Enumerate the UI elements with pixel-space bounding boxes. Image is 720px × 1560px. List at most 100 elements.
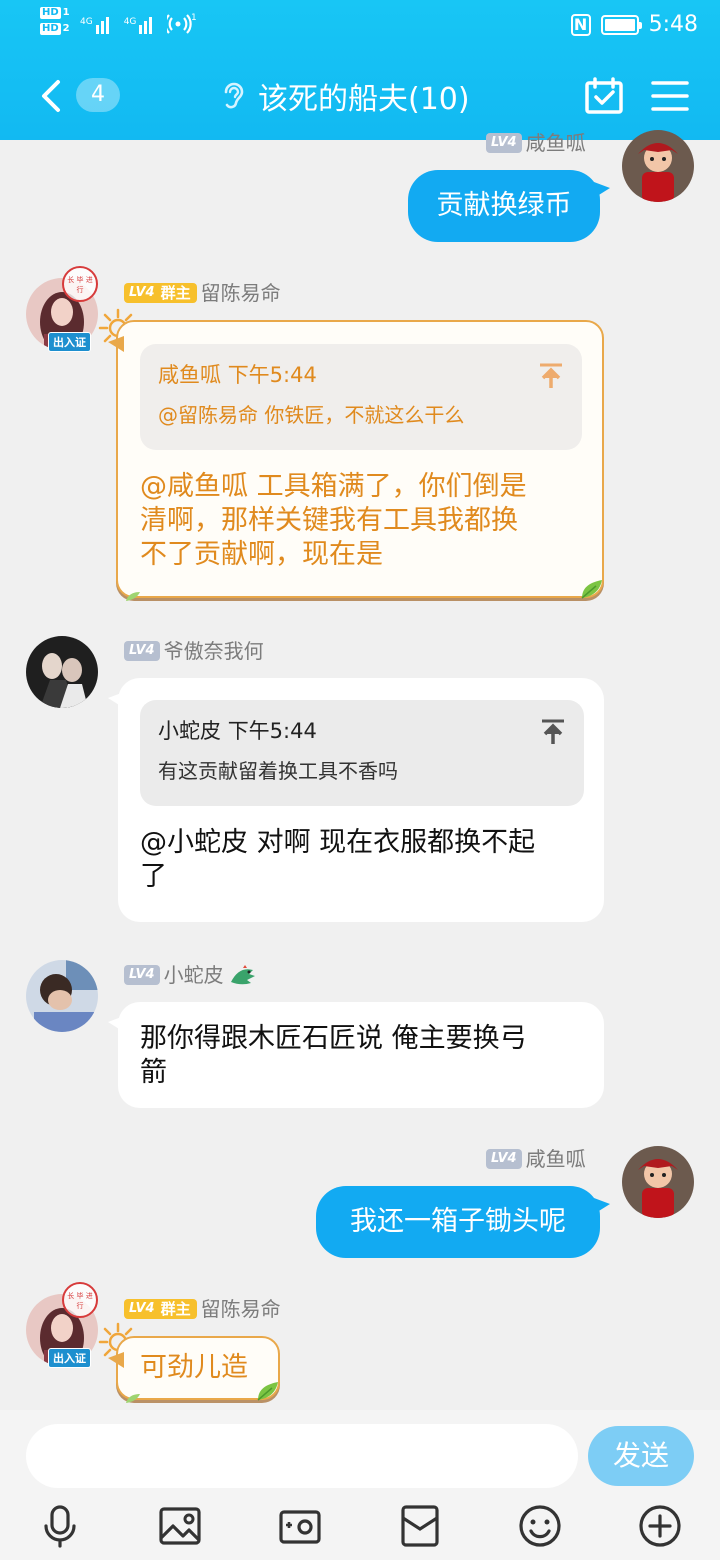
jump-to-quote-icon[interactable]: [538, 362, 564, 390]
nickname: 小蛇皮: [163, 962, 224, 987]
mic-icon: [44, 1505, 76, 1548]
dragon-icon: [230, 964, 255, 984]
pass-badge: 出入证: [48, 1348, 91, 1368]
avatar[interactable]: [622, 1146, 694, 1218]
avatar[interactable]: [26, 960, 98, 1032]
net1-label: 4G: [80, 17, 93, 27]
hotspot-count: 1: [191, 13, 197, 23]
message-line: 清啊，那样关键我有工具我都换: [140, 505, 518, 536]
message-line: 了: [140, 861, 167, 892]
message-meta: LV4 群主 留陈易命: [124, 1296, 281, 1321]
message-meta: LV4 群主 留陈易命: [124, 280, 281, 305]
back-icon[interactable]: [34, 76, 74, 116]
message-bubble[interactable]: 那你得跟木匠石匠说 俺主要换弓 箭: [108, 1002, 604, 1108]
hotspot-icon: 1: [167, 13, 197, 34]
chat-title[interactable]: 该死的船夫(10): [220, 74, 470, 118]
level-badge: LV4: [124, 640, 160, 661]
leaf-icon: [581, 580, 602, 599]
send-button[interactable]: 发送: [588, 1426, 694, 1486]
hd1-number: 1: [62, 7, 70, 18]
leaf-icon: [257, 1382, 278, 1401]
camera-icon: [279, 1510, 321, 1544]
plus-icon: [639, 1505, 681, 1547]
top-bar: HD 1 HD 2 4G 4G 1 N 5:48 4 该死的船夫(10): [0, 0, 720, 140]
owner-badge: 群主: [157, 1298, 197, 1319]
nickname: 留陈易命: [200, 280, 281, 305]
message-meta: LV4 咸鱼呱: [486, 1146, 586, 1171]
more-button[interactable]: [638, 1504, 682, 1548]
message-meta: LV4 爷傲奈我何: [124, 638, 264, 663]
level-badge: LV4: [124, 964, 160, 985]
nickname: 留陈易命: [200, 1296, 281, 1321]
unread-count-badge[interactable]: 4: [76, 78, 120, 112]
clock: 5:48: [648, 12, 698, 37]
quote-text: 有这贡献留着换工具不香吗: [158, 759, 398, 783]
message-bubble[interactable]: 贡献换绿币: [408, 170, 610, 242]
signal-1-icon: 4G: [80, 17, 114, 34]
file-icon: [401, 1505, 439, 1547]
stamp-badge: 长 毕 进 行: [62, 1282, 98, 1318]
quote-time: 下午5:44: [227, 719, 317, 743]
message-text: 那你得跟木匠石匠说 俺主要换弓 箭: [140, 1022, 582, 1090]
ear-icon: [224, 82, 244, 109]
nickname: 咸鱼呱: [525, 130, 586, 155]
menu-icon[interactable]: [650, 78, 690, 114]
message-bubble[interactable]: 可劲儿造: [108, 1336, 280, 1403]
quote-author: 小蛇皮: [158, 719, 221, 743]
quote-header: 咸鱼呱 下午5:44: [158, 360, 564, 390]
quoted-message[interactable]: 小蛇皮 下午5:44 有这贡献留着换工具不香吗: [140, 700, 584, 806]
nickname: 咸鱼呱: [525, 1146, 586, 1171]
message-line: 不了贡献啊，现在是: [140, 539, 383, 570]
nickname: 爷傲奈我何: [163, 638, 264, 663]
message-text: @小蛇皮 对啊 现在衣服都换不起 了: [140, 826, 582, 894]
message-line: @咸鱼呱 工具箱满了，你们倒是: [140, 471, 527, 502]
level-badge: LV4: [124, 1298, 158, 1319]
level-badge: LV4: [486, 1148, 522, 1169]
image-button[interactable]: [158, 1504, 202, 1548]
image-icon: [159, 1507, 201, 1545]
message-meta: LV4 咸鱼呱: [486, 130, 586, 155]
status-right: N 5:48: [570, 12, 698, 37]
camera-button[interactable]: [278, 1504, 322, 1548]
message-bubble[interactable]: 我还一箱子锄头呢: [316, 1186, 610, 1258]
quote-time: 下午5:44: [227, 363, 317, 387]
nav-bar: 4 该死的船夫(10): [0, 60, 720, 132]
level-badge: LV4: [124, 282, 158, 303]
stamp-badge: 长 毕 进 行: [62, 266, 98, 302]
page-title: 该死的船夫(10): [258, 82, 470, 117]
owner-badge: 群主: [157, 282, 197, 303]
emoji-icon: [519, 1505, 561, 1547]
input-bar: 发送: [0, 1410, 720, 1560]
signal-2-icon: 4G: [124, 17, 158, 34]
level-badge: LV4: [486, 132, 522, 153]
quote-header: 小蛇皮 下午5:44: [158, 716, 566, 746]
sprout-icon: [126, 592, 140, 601]
avatar[interactable]: [622, 130, 694, 202]
emoji-button[interactable]: [518, 1504, 562, 1548]
battery-icon: [600, 14, 642, 35]
message-bubble[interactable]: 咸鱼呱 下午5:44 @留陈易命 你铁匠，不就这么干么 @咸鱼呱 工具箱满了，你…: [108, 320, 604, 601]
message-line: 箭: [140, 1057, 167, 1088]
message-line: @小蛇皮 对啊 现在衣服都换不起: [140, 827, 536, 858]
red-packet-button[interactable]: [398, 1504, 442, 1548]
hd2-number: 2: [62, 23, 70, 34]
quote-text: @留陈易命 你铁匠，不就这么干么: [158, 403, 465, 427]
calendar-check-icon[interactable]: [584, 76, 624, 116]
avatar[interactable]: [26, 636, 98, 708]
sprout-icon: [126, 1394, 140, 1403]
nfc-icon: N: [570, 13, 591, 36]
jump-to-quote-icon[interactable]: [540, 718, 566, 746]
hd-indicator: HD 1 HD 2: [40, 6, 70, 38]
message-bubble[interactable]: 小蛇皮 下午5:44 有这贡献留着换工具不香吗 @小蛇皮 对啊 现在衣服都换不起…: [108, 678, 604, 922]
message-input[interactable]: [26, 1424, 578, 1488]
hd1-label: HD: [40, 7, 61, 19]
quoted-message[interactable]: 咸鱼呱 下午5:44 @留陈易命 你铁匠，不就这么干么: [140, 344, 582, 450]
message-text: @咸鱼呱 工具箱满了，你们倒是 清啊，那样关键我有工具我都换 不了贡献啊，现在是: [140, 470, 580, 572]
message-text: 可劲儿造: [140, 1352, 248, 1383]
voice-button[interactable]: [38, 1504, 82, 1548]
pass-badge: 出入证: [48, 332, 91, 352]
message-meta: LV4 小蛇皮: [124, 962, 257, 987]
signal-group: 4G 4G 1: [80, 12, 197, 34]
quote-author: 咸鱼呱: [158, 363, 221, 387]
message-line: 那你得跟木匠石匠说 俺主要换弓: [140, 1023, 527, 1054]
